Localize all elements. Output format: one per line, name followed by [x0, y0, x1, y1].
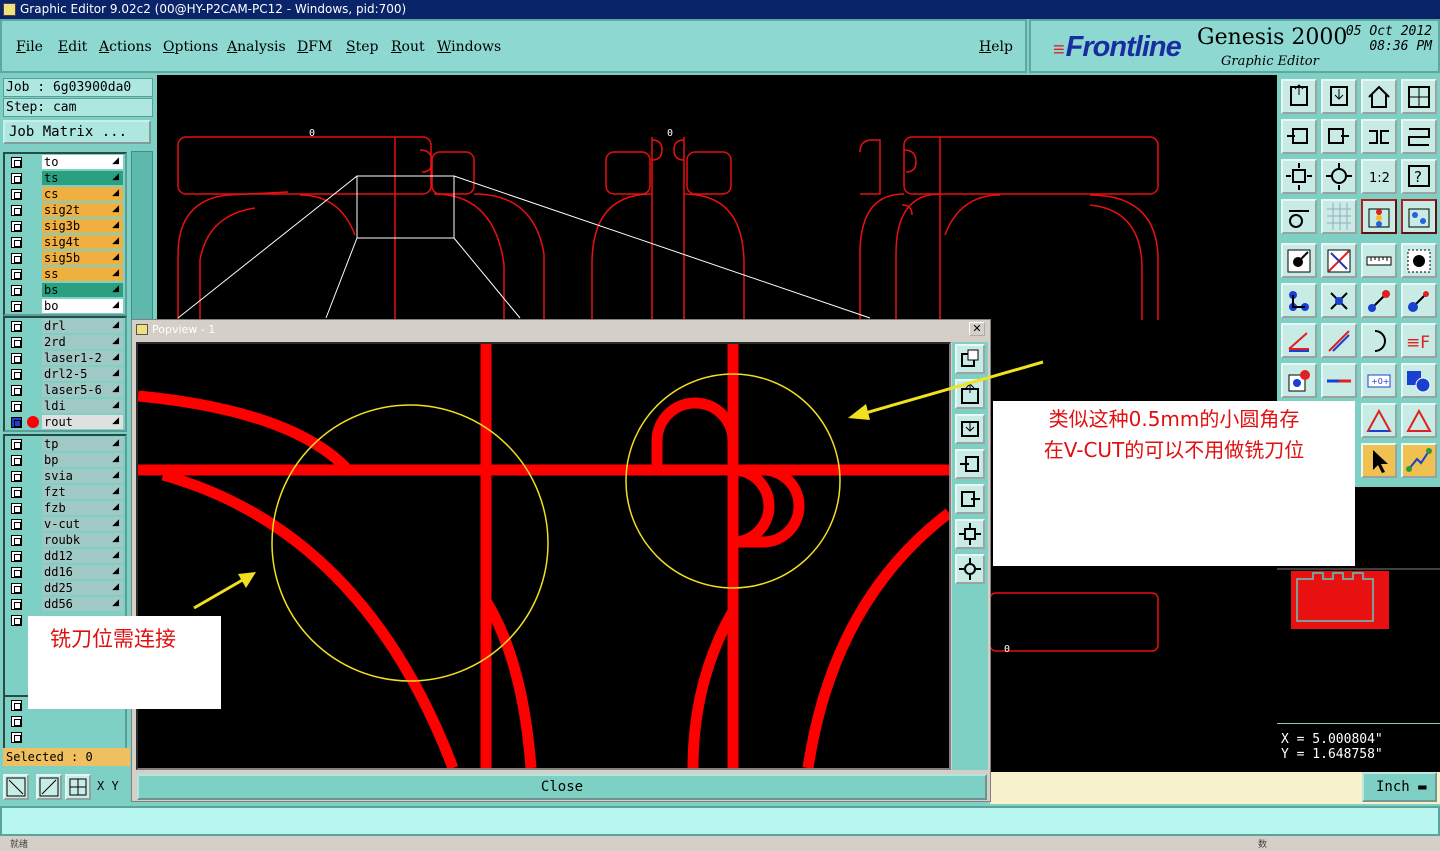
note1-line1: 类似这种0.5mm的小圆角存 — [1048, 407, 1300, 431]
note1-line2: 在V-CUT的可以不用做铣刀位 — [1043, 438, 1305, 462]
annotation-note-connect: 铣刀位需连接 — [28, 616, 221, 709]
annotation-note-small-radius: 类似这种0.5mm的小圆角存 在V-CUT的可以不用做铣刀位 — [993, 401, 1355, 566]
